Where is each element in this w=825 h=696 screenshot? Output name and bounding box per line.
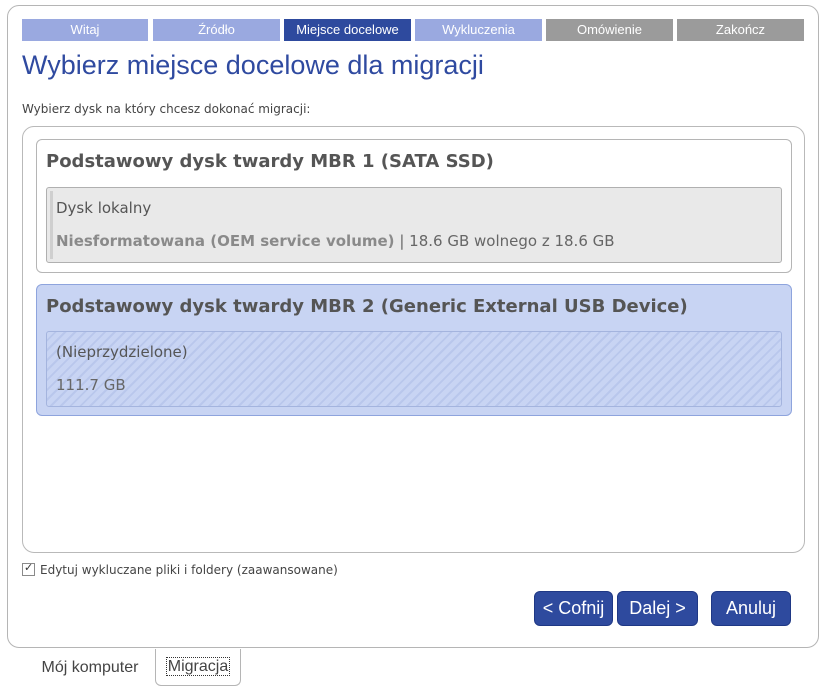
disk-item-1[interactable]: Podstawowy dysk twardy MBR 1 (SATA SSD) … <box>36 139 792 273</box>
disk-title: Podstawowy dysk twardy MBR 1 (SATA SSD) <box>46 151 494 172</box>
partition-info: Niesformatowana (OEM service volume) | 1… <box>56 232 615 250</box>
next-button[interactable]: Dalej > <box>617 591 698 626</box>
disk-list: Podstawowy dysk twardy MBR 1 (SATA SSD) … <box>22 126 805 553</box>
tab-migration[interactable]: Migracja <box>155 649 241 686</box>
edit-exclusions-label: Edytuj wykluczane pliki i foldery (zaawa… <box>40 563 338 577</box>
page-title: Wybierz miejsce docelowe dla migracji <box>22 50 484 80</box>
partition-local-disk: Dysk lokalny Niesformatowana (OEM servic… <box>46 187 782 263</box>
step-wykluczenia: Wykluczenia <box>415 19 542 41</box>
partition-label: Niesformatowana (OEM service volume) <box>56 232 395 250</box>
partition-size: 111.7 GB <box>56 376 126 394</box>
back-button[interactable]: < Cofnij <box>534 591 613 626</box>
step-witaj: Witaj <box>22 19 148 41</box>
tab-my-computer[interactable]: Mój komputer <box>24 652 156 686</box>
step-zakoncz: Zakończ <box>677 19 804 41</box>
step-omowienie: Omówienie <box>546 19 673 41</box>
partition-separator: | <box>399 232 405 250</box>
disk-title: Podstawowy dysk twardy MBR 2 (Generic Ex… <box>46 296 688 317</box>
partition-name: Dysk lokalny <box>56 199 152 217</box>
disk-item-2[interactable]: Podstawowy dysk twardy MBR 2 (Generic Ex… <box>36 284 792 416</box>
edit-exclusions-checkbox[interactable]: ✓ <box>22 561 35 576</box>
partition-unallocated: (Nieprzydzielone) 111.7 GB <box>46 331 782 407</box>
cancel-button[interactable]: Anuluj <box>711 591 791 626</box>
tab-migration-label: Migracja <box>165 657 231 676</box>
step-zrodlo: Źródło <box>153 19 280 41</box>
partition-name: (Nieprzydzielone) <box>56 343 188 361</box>
check-icon: ✓ <box>24 561 34 574</box>
edit-exclusions-option[interactable]: ✓ Edytuj wykluczane pliki i foldery (zaaw… <box>22 561 338 577</box>
partition-free-space: 18.6 GB wolnego z 18.6 GB <box>409 232 615 250</box>
instruction-text: Wybierz dysk na który chcesz dokonać mig… <box>22 102 311 116</box>
step-miejsce-docelowe: Miejsce docelowe <box>284 19 411 41</box>
